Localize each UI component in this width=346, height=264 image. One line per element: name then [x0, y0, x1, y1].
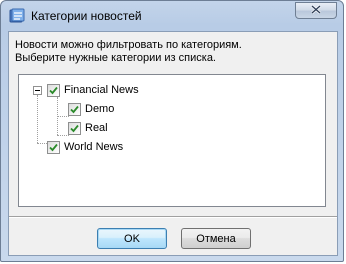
- tree-line: [37, 95, 38, 143]
- description-line-2: Выберите нужные категории из списка.: [15, 52, 216, 64]
- collapse-toggle[interactable]: [33, 86, 42, 95]
- category-tree[interactable]: Financial News Demo Real World News: [18, 74, 326, 207]
- description: Новости можно фильтровать по категориям.…: [15, 39, 242, 65]
- checkmark-icon: [70, 105, 79, 113]
- cancel-button[interactable]: Отмена: [181, 228, 251, 249]
- world-news-checkbox[interactable]: [47, 140, 60, 154]
- real-checkbox[interactable]: [68, 121, 81, 135]
- financial-news-checkbox[interactable]: [47, 83, 60, 97]
- checkmark-icon: [49, 143, 58, 151]
- separator: [9, 216, 337, 218]
- tree-item-real[interactable]: Real: [68, 120, 108, 136]
- dialog-window: Категории новостей Новости можно фильтро…: [0, 0, 344, 262]
- tree-item-label: World News: [64, 141, 124, 153]
- tree-item-world-news[interactable]: World News: [47, 139, 123, 155]
- ok-button[interactable]: OK: [97, 228, 167, 249]
- tree-item-demo[interactable]: Demo: [68, 101, 114, 117]
- checkmark-icon: [70, 124, 79, 132]
- description-line-1: Новости можно фильтровать по категориям.: [15, 39, 242, 51]
- news-categories-icon: [9, 8, 25, 24]
- tree-item-financial-news[interactable]: Financial News: [47, 82, 139, 98]
- checkmark-icon: [49, 86, 58, 94]
- close-button[interactable]: [295, 2, 337, 19]
- window-title: Категории новостей: [31, 9, 142, 23]
- close-icon: [311, 4, 321, 17]
- tree-item-label: Demo: [85, 103, 115, 115]
- tree-item-label: Financial News: [64, 84, 139, 96]
- tree-item-label: Real: [85, 122, 108, 134]
- demo-checkbox[interactable]: [68, 102, 81, 116]
- title-bar[interactable]: Категории новостей: [1, 1, 343, 31]
- dialog-body: Новости можно фильтровать по категориям.…: [8, 31, 338, 256]
